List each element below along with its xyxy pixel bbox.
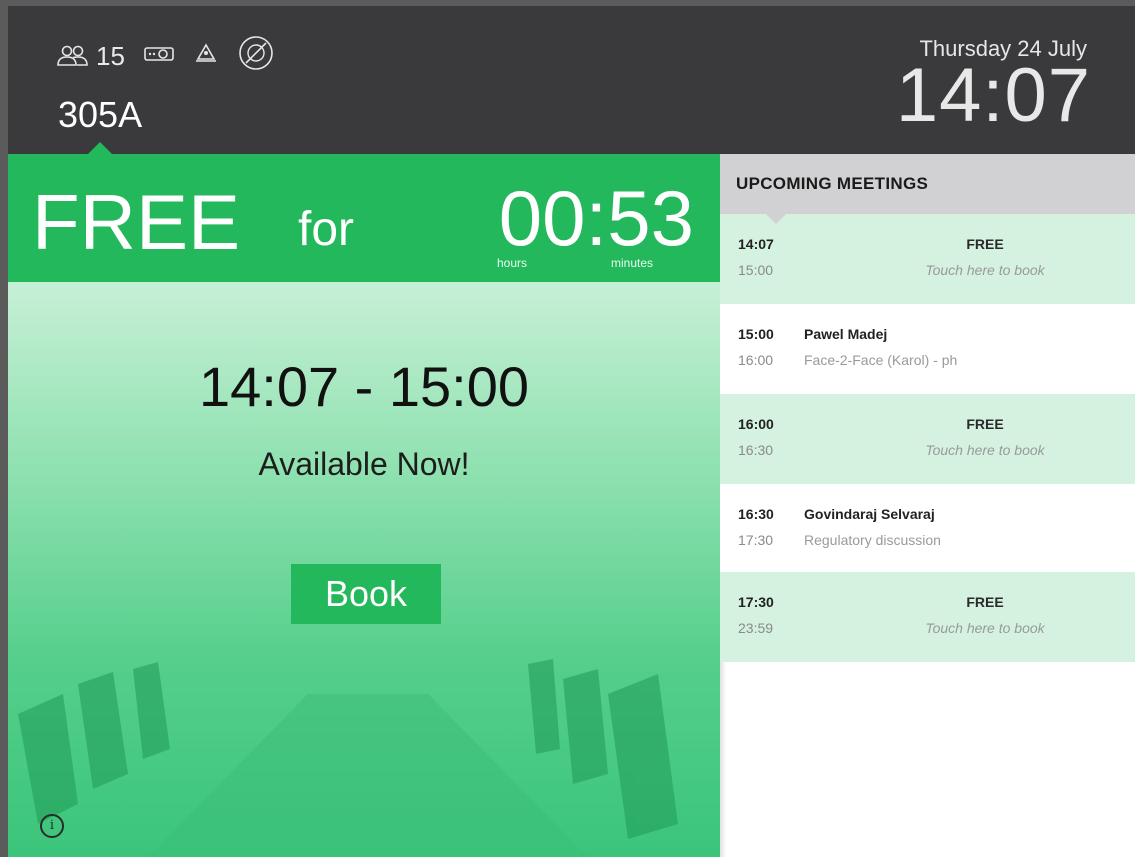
meeting-end: 15:00 <box>738 262 774 278</box>
meeting-end: 17:30 <box>738 532 774 548</box>
meeting-subject: Face-2-Face (Karol) - ph <box>804 352 958 368</box>
capacity-indicator: 15 <box>56 42 125 70</box>
meeting-title: FREE <box>966 594 1004 610</box>
touch-to-book-hint: Touch here to book <box>925 442 1045 458</box>
current-time: 14:07 <box>895 53 1091 138</box>
upcoming-pointer <box>766 214 786 224</box>
meeting-row-free[interactable]: 17:30 23:59 FREE Touch here to book <box>720 572 1135 662</box>
room-status-panel: FREE for 00:53 hours minutes 14:07 - 15:… <box>8 154 720 857</box>
meeting-start: 14:07 <box>738 236 774 252</box>
free-slot-range: 14:07 - 15:00 <box>198 355 530 418</box>
countdown-hours-label: hours <box>497 256 528 270</box>
status-bar: FREE for 00:53 hours minutes <box>8 154 720 282</box>
upcoming-meetings-title: UPCOMING MEETINGS <box>720 154 1135 214</box>
no-food-icon <box>237 34 275 77</box>
meeting-start: 16:00 <box>738 416 774 432</box>
room-name: 305A <box>58 94 143 135</box>
room-display-frame: 15 305A Thursday 24 July 14:07 FREE for … <box>8 6 1135 857</box>
countdown-minutes-label: minutes <box>611 256 654 270</box>
availability-text: Available Now! <box>258 446 470 482</box>
amenity-icons: 15 <box>56 34 275 77</box>
upcoming-meetings-panel: UPCOMING MEETINGS 14:07 15:00 FREE Touch… <box>720 154 1135 857</box>
meeting-row-booked[interactable]: 15:00 16:00 Pawel Madej Face-2-Face (Kar… <box>720 304 1135 394</box>
meeting-room-illustration <box>18 659 678 857</box>
meeting-start: 16:30 <box>738 506 774 522</box>
header-pointer <box>88 142 112 154</box>
room-header: 15 305A Thursday 24 July 14:07 <box>8 6 1135 154</box>
meeting-end: 16:30 <box>738 442 774 458</box>
meeting-start: 15:00 <box>738 326 774 342</box>
capacity-count: 15 <box>96 40 125 71</box>
people-icon <box>56 45 90 67</box>
meeting-row-free[interactable]: 14:07 15:00 FREE Touch here to book <box>720 214 1135 304</box>
info-icon[interactable]: i <box>40 814 64 838</box>
touch-to-book-hint: Touch here to book <box>925 262 1045 278</box>
meeting-subject: Regulatory discussion <box>804 532 941 548</box>
book-button[interactable]: Book <box>291 564 441 624</box>
meeting-end: 16:00 <box>738 352 774 368</box>
meeting-organizer: Pawel Madej <box>804 326 888 342</box>
projector-icon <box>143 43 175 68</box>
room-status: FREE <box>32 178 241 266</box>
status-for-label: for <box>298 203 355 256</box>
meeting-row-booked[interactable]: 16:30 17:30 Govindaraj Selvaraj Regulato… <box>720 484 1135 572</box>
meeting-title: FREE <box>966 416 1004 432</box>
touch-to-book-hint: Touch here to book <box>925 620 1045 636</box>
meeting-start: 17:30 <box>738 594 774 610</box>
meeting-row-free[interactable]: 16:00 16:30 FREE Touch here to book <box>720 394 1135 484</box>
meeting-title: FREE <box>966 236 1004 252</box>
conference-phone-icon <box>193 42 219 69</box>
meeting-organizer: Govindaraj Selvaraj <box>804 506 935 522</box>
meeting-end: 23:59 <box>738 620 774 636</box>
free-countdown: 00:53 <box>498 174 694 262</box>
